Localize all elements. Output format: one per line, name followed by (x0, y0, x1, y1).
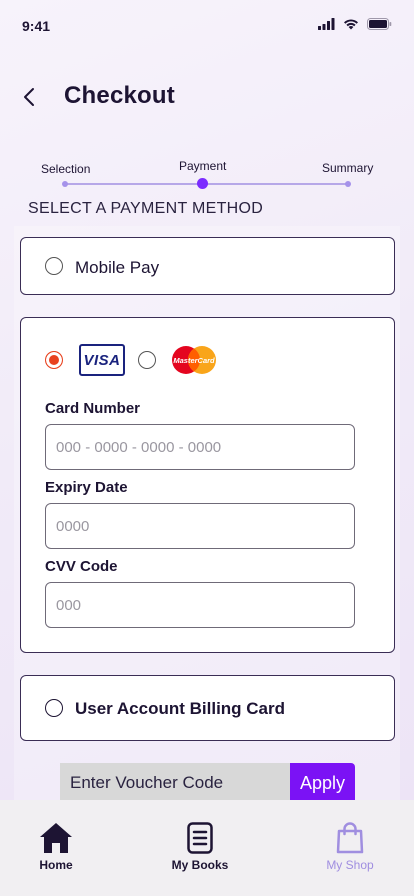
card-payment-option: VISA MasterCard Card Number Expiry Date … (20, 317, 395, 653)
nav-item-my-shop[interactable]: My Shop (281, 800, 414, 896)
cvv-code-label: CVV Code (45, 558, 118, 575)
billing-card-label: User Account Billing Card (75, 699, 286, 718)
books-icon (187, 822, 213, 854)
shopping-bag-icon (336, 822, 364, 854)
status-time: 9:41 (22, 18, 51, 34)
battery-icon (367, 18, 392, 30)
mastercard-radio[interactable] (138, 351, 156, 369)
nav-item-my-books[interactable]: My Books (131, 800, 269, 896)
step-dot-payment[interactable] (197, 178, 208, 189)
card-number-input[interactable] (45, 424, 355, 470)
cvv-code-input[interactable] (45, 582, 355, 628)
apply-voucher-button[interactable]: Apply (290, 763, 355, 803)
voucher-code-input[interactable] (60, 763, 290, 803)
visa-radio[interactable] (45, 351, 63, 369)
mobile-pay-radio[interactable] (45, 257, 63, 275)
page-title: Checkout (64, 82, 175, 109)
billing-card-radio[interactable] (45, 699, 63, 717)
mobile-pay-option[interactable]: Mobile Pay (20, 237, 395, 295)
step-dot-summary[interactable] (345, 181, 351, 187)
step-label-selection: Selection (41, 162, 91, 176)
mastercard-logo-icon[interactable]: MasterCard (170, 345, 218, 375)
svg-text:MasterCard: MasterCard (173, 356, 215, 365)
step-label-payment: Payment (179, 159, 227, 173)
home-icon (40, 823, 72, 853)
nav-label-home: Home (39, 858, 73, 872)
header: Checkout (0, 80, 414, 114)
step-dot-selection[interactable] (62, 181, 68, 187)
chevron-left-icon (24, 88, 34, 106)
checkout-stepper: Selection Payment Summary (0, 155, 414, 195)
status-icons (318, 18, 392, 30)
voucher-row: Apply (60, 763, 355, 803)
nav-item-home[interactable]: Home (0, 800, 125, 896)
status-bar: 9:41 (0, 0, 414, 50)
card-number-label: Card Number (45, 400, 141, 417)
bottom-nav: Home My Books My Shop (0, 800, 414, 896)
nav-label-my-books: My Books (171, 858, 229, 872)
wifi-icon (344, 19, 358, 30)
mobile-pay-label: Mobile Pay (75, 258, 160, 277)
nav-label-my-shop: My Shop (326, 858, 374, 872)
billing-card-option[interactable]: User Account Billing Card (20, 675, 395, 741)
visa-logo[interactable]: VISA (79, 344, 125, 376)
expiry-date-input[interactable] (45, 503, 355, 549)
step-label-summary: Summary (322, 161, 374, 175)
visa-logo-text: VISA (83, 351, 121, 369)
back-button[interactable] (18, 84, 40, 110)
signal-icon (318, 18, 335, 30)
payment-method-heading: SELECT A PAYMENT METHOD (28, 200, 264, 217)
expiry-date-label: Expiry Date (45, 479, 128, 496)
